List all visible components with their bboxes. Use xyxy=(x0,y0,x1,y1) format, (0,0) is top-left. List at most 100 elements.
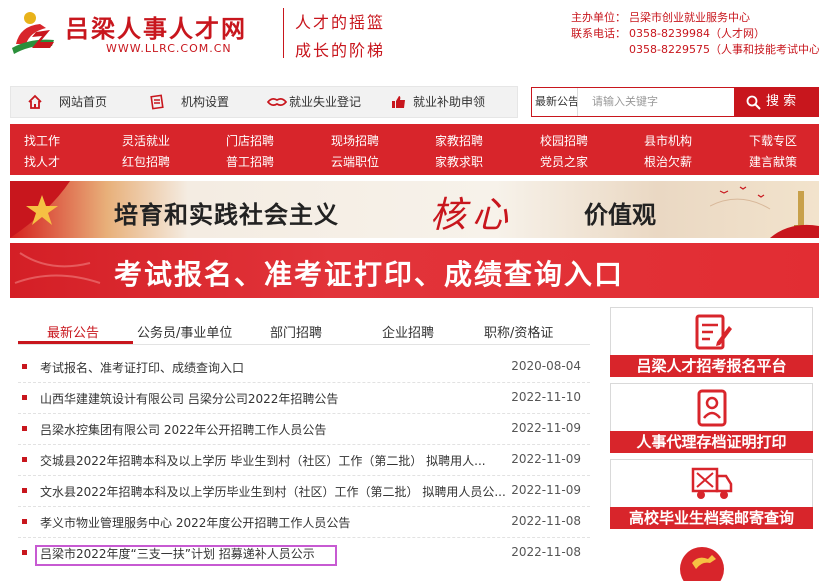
nav-subsidy[interactable]: 就业补助申领 xyxy=(391,87,511,117)
contact-info: 主办单位： 吕梁市创业就业服务中心 联系电话： 0358-8239984（人才网） … xyxy=(571,10,819,58)
streamer-decoration-icon xyxy=(14,252,101,284)
nav-home[interactable]: 网站首页 xyxy=(27,87,127,117)
search-box: 最新公告 请输入关键字 搜 索 xyxy=(531,87,819,117)
tab-enterprise-recruitment[interactable]: 企业招聘 xyxy=(382,322,434,341)
nav-home-label: 网站首页 xyxy=(59,95,108,109)
sponsor-value: 吕梁市创业就业服务中心 xyxy=(629,11,750,24)
bullet-icon xyxy=(22,488,27,493)
exam-entry-text: 考试报名、准考证打印、成绩查询入口 xyxy=(114,258,625,291)
menu-find-talent[interactable]: 找人才 xyxy=(24,155,60,169)
bullet-icon xyxy=(22,457,27,462)
news-item[interactable]: 交城县2022年招聘本科及以上学历 毕业生到村（社区）工作（第二批） 拟聘用人.… xyxy=(18,445,590,476)
news-item[interactable]: 山西华建建筑设计有限公司 吕梁分公司2022年招聘公告 2022-11-10 xyxy=(18,383,590,414)
sponsor-label: 主办单位： xyxy=(571,11,626,24)
menu-flexible-employment[interactable]: 灵活就业 xyxy=(122,134,170,148)
graduate-archive-mail-query-label: 高校毕业生档案邮寄查询 xyxy=(610,507,813,529)
nav-subsidy-label: 就业补助申领 xyxy=(413,95,486,109)
main-menu: 找工作 灵活就业 门店招聘 现场招聘 家教招聘 校园招聘 县市机构 下载专区 找… xyxy=(10,124,819,175)
party-emblem-icon xyxy=(680,547,724,581)
tab-department-recruitment[interactable]: 部门招聘 xyxy=(270,322,322,341)
menu-red-envelope-recruitment[interactable]: 红包招聘 xyxy=(122,155,170,169)
menu-general-worker-recruitment[interactable]: 普工招聘 xyxy=(226,155,274,169)
values-banner-tail: 价值观 xyxy=(584,200,656,229)
menu-onsite-recruitment[interactable]: 现场招聘 xyxy=(331,134,379,148)
menu-suggestions[interactable]: 建言献策 xyxy=(749,155,797,169)
menu-downloads[interactable]: 下载专区 xyxy=(749,134,797,148)
news-date: 2022-11-08 xyxy=(511,514,581,528)
home-icon xyxy=(28,94,42,109)
menu-county-institutions[interactable]: 县市机构 xyxy=(644,134,692,148)
star-decoration-icon xyxy=(10,181,70,238)
search-category-select[interactable]: 最新公告 xyxy=(532,88,578,116)
news-title[interactable]: 考试报名、准考证打印、成绩查询入口 xyxy=(40,359,510,376)
nav-employment-register-label: 就业失业登记 xyxy=(289,95,362,109)
bullet-icon xyxy=(22,519,27,524)
values-banner-text: 培育和实践社会主义 xyxy=(114,200,339,229)
search-button-label: 搜 索 xyxy=(766,94,797,109)
tab-civil-service[interactable]: 公务员/事业单位 xyxy=(137,322,232,341)
menu-find-job[interactable]: 找工作 xyxy=(24,134,60,148)
exam-entry-banner[interactable]: 考试报名、准考证打印、成绩查询入口 xyxy=(10,243,819,298)
site-title: 吕梁人事人才网 xyxy=(65,15,247,43)
search-input[interactable]: 请输入关键字 xyxy=(592,88,732,116)
news-date: 2022-11-10 xyxy=(511,390,581,404)
bullet-icon xyxy=(22,395,27,400)
phone-1: 0358-8239984（人才网） xyxy=(629,27,765,40)
news-item[interactable]: 吕梁水控集团有限公司 2022年公开招聘工作人员公告 2022-11-09 xyxy=(18,414,590,445)
news-date: 2020-08-04 xyxy=(511,359,581,373)
menu-cloud-positions[interactable]: 云端职位 xyxy=(331,155,379,169)
hover-highlight-box xyxy=(35,545,337,566)
slogan-line-1: 人才的摇篮 xyxy=(295,13,386,32)
logo-icon xyxy=(12,12,54,54)
menu-tutor-recruitment[interactable]: 家教招聘 xyxy=(435,134,483,148)
news-date: 2022-11-09 xyxy=(511,421,581,435)
archive-certificate-print-link[interactable]: 人事代理存档证明打印 xyxy=(610,383,813,453)
graduate-archive-mail-query-link[interactable]: 高校毕业生档案邮寄查询 xyxy=(610,459,813,529)
phone-label: 联系电话： xyxy=(571,27,626,40)
menu-campus-recruitment[interactable]: 校园招聘 xyxy=(540,134,588,148)
top-nav: 网站首页 机构设置 就业失业登记 就业补助申领 xyxy=(10,86,518,118)
slogan-divider xyxy=(283,8,284,58)
news-date: 2022-11-09 xyxy=(511,452,581,466)
values-banner-core: 核心 xyxy=(430,195,515,236)
phone-2: 0358-8229575（人事和技能考试中心） xyxy=(629,43,819,56)
nav-organization[interactable]: 机构设置 xyxy=(149,87,249,117)
archive-certificate-print-label: 人事代理存档证明打印 xyxy=(610,431,813,453)
tab-professional-titles[interactable]: 职称/资格证 xyxy=(484,322,553,341)
thumbs-up-icon xyxy=(392,96,405,108)
news-title[interactable]: 文水县2022年招聘本科及以上学历毕业生到村（社区）工作（第二批） 拟聘用人员公… xyxy=(40,483,510,500)
search-icon xyxy=(746,95,761,110)
exam-registration-platform-label: 吕梁人才招考报名平台 xyxy=(610,355,813,377)
news-item[interactable]: 孝义市物业管理服务中心 2022年度公开招聘工作人员公告 2022-11-08 xyxy=(18,507,590,538)
tab-latest-announcements[interactable]: 最新公告 xyxy=(47,322,99,341)
news-title[interactable]: 交城县2022年招聘本科及以上学历 毕业生到村（社区）工作（第二批） 拟聘用人.… xyxy=(40,452,510,469)
news-item[interactable]: 文水县2022年招聘本科及以上学历毕业生到村（社区）工作（第二批） 拟聘用人员公… xyxy=(18,476,590,507)
menu-party-members-home[interactable]: 党员之家 xyxy=(540,155,588,169)
nav-employment-register[interactable]: 就业失业登记 xyxy=(267,87,377,117)
exam-registration-platform-link[interactable]: 吕梁人才招考报名平台 xyxy=(610,307,813,377)
edit-form-icon xyxy=(695,314,732,350)
menu-store-recruitment[interactable]: 门店招聘 xyxy=(226,134,274,148)
search-button[interactable]: 搜 索 xyxy=(734,87,818,117)
bullet-icon xyxy=(22,426,27,431)
site-logo[interactable]: 吕梁人事人才网 WWW.LLRC.COM.CN xyxy=(10,8,270,60)
monument-decoration-icon xyxy=(710,186,819,238)
news-title[interactable]: 孝义市物业管理服务中心 2022年度公开招聘工作人员公告 xyxy=(40,514,510,531)
news-date: 2022-11-08 xyxy=(511,545,581,559)
news-item[interactable]: 考试报名、准考证打印、成绩查询入口 2020-08-04 xyxy=(18,352,590,383)
values-banner[interactable]: 培育和实践社会主义 核心 价值观 xyxy=(10,181,819,238)
bullet-icon xyxy=(22,550,27,555)
site-url: WWW.LLRC.COM.CN xyxy=(106,42,232,55)
delivery-truck-icon xyxy=(691,467,733,499)
nav-organization-label: 机构设置 xyxy=(181,95,230,109)
id-card-icon xyxy=(697,389,727,427)
document-icon xyxy=(150,94,164,110)
news-title[interactable]: 吕梁水控集团有限公司 2022年公开招聘工作人员公告 xyxy=(40,421,510,438)
menu-tutor-job-seeking[interactable]: 家教求职 xyxy=(435,155,483,169)
news-date: 2022-11-09 xyxy=(511,483,581,497)
news-title[interactable]: 山西华建建筑设计有限公司 吕梁分公司2022年招聘公告 xyxy=(40,390,510,407)
bullet-icon xyxy=(22,364,27,369)
handshake-icon xyxy=(267,97,287,107)
slogan-line-2: 成长的阶梯 xyxy=(295,41,386,60)
menu-wage-arrears[interactable]: 根治欠薪 xyxy=(644,155,692,169)
